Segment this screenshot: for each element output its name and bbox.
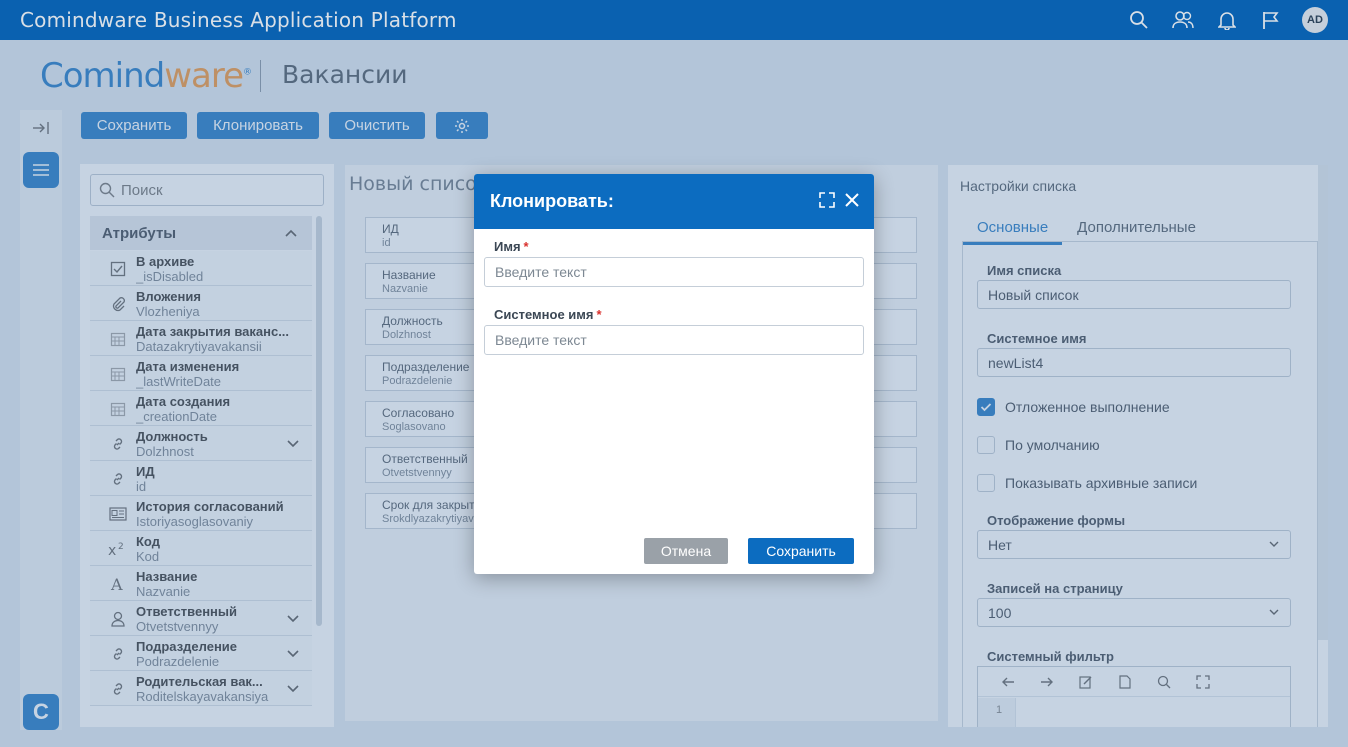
name-input[interactable]: Введите текст <box>484 257 864 287</box>
dialog-save-button[interactable]: Сохранить <box>748 538 854 564</box>
clone-dialog: Клонировать: Имя * Введите текст Системно… <box>474 174 874 574</box>
system-name-input[interactable]: Введите текст <box>484 325 864 355</box>
close-icon[interactable] <box>843 191 861 214</box>
name-label: Имя * <box>494 239 529 254</box>
dialog-title: Клонировать: <box>490 191 614 211</box>
system-name-label: Системное имя * <box>494 307 602 322</box>
maximize-icon[interactable] <box>818 191 836 214</box>
dialog-header: Клонировать: <box>474 174 874 229</box>
cancel-button[interactable]: Отмена <box>644 538 728 564</box>
topbar-backdrop <box>0 0 1348 40</box>
